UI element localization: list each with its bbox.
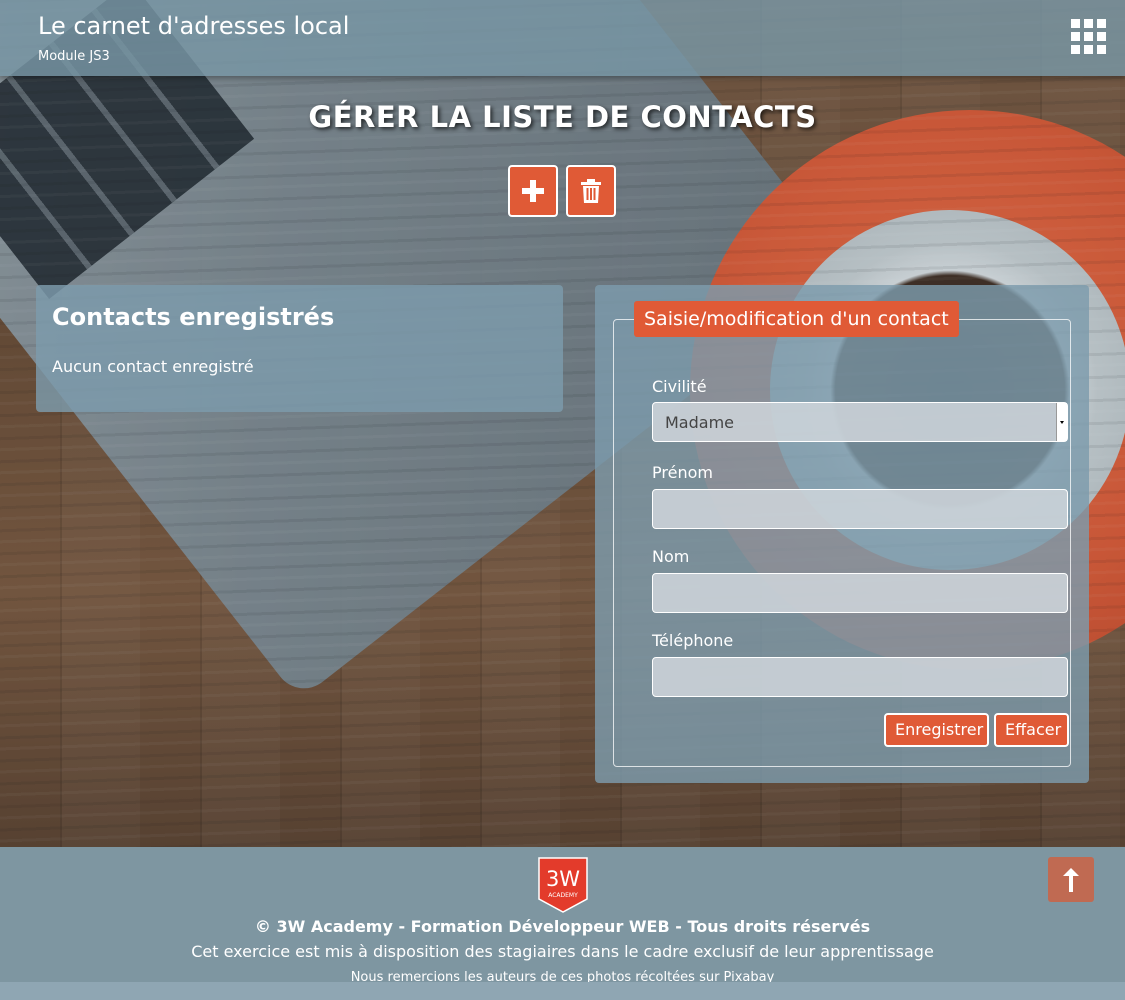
form-legend: Saisie/modification d'un contact xyxy=(634,301,959,337)
phone-field[interactable] xyxy=(652,657,1068,697)
save-button[interactable]: Enregistrer xyxy=(884,713,989,747)
civility-selected-value: Madame xyxy=(665,413,734,432)
contacts-heading: Contacts enregistrés xyxy=(52,303,335,331)
civility-label: Civilité xyxy=(652,377,707,396)
clear-button[interactable]: Effacer xyxy=(994,713,1069,747)
logo-text-3w: 3W xyxy=(546,867,580,891)
arrow-up-icon xyxy=(1063,867,1079,892)
bottom-strip xyxy=(0,982,1125,1000)
civility-select[interactable]: Madame xyxy=(652,402,1068,442)
lastname-field[interactable] xyxy=(652,573,1068,613)
logo-text-academy: ACADEMY xyxy=(548,892,578,899)
firstname-label: Prénom xyxy=(652,463,713,482)
apps-grid-icon[interactable] xyxy=(1071,19,1106,54)
contact-form-panel: Civilité Madame Prénom Nom Téléphone Enr… xyxy=(595,285,1089,783)
back-to-top-button[interactable] xyxy=(1048,857,1094,902)
trash-icon xyxy=(581,179,601,203)
3w-academy-logo: 3W ACADEMY xyxy=(538,857,588,913)
site-subtitle: Module JS3 xyxy=(38,49,110,64)
copyright-text: © 3W Academy - Formation Développeur WEB… xyxy=(254,917,871,936)
plus-icon xyxy=(522,180,544,202)
site-header: Le carnet d'adresses local Module JS3 xyxy=(0,0,1125,76)
firstname-field[interactable] xyxy=(652,489,1068,529)
contact-fieldset: Civilité Madame Prénom Nom Téléphone Enr… xyxy=(613,319,1071,767)
site-footer: 3W ACADEMY © 3W Academy - Formation Déve… xyxy=(0,847,1125,985)
page-title: GÉRER LA LISTE DE CONTACTS xyxy=(308,100,817,134)
contacts-panel: Contacts enregistrés Aucun contact enreg… xyxy=(36,285,563,412)
phone-input[interactable] xyxy=(653,658,1067,696)
empty-contacts-message: Aucun contact enregistré xyxy=(52,357,254,376)
phone-label: Téléphone xyxy=(652,631,734,650)
usage-notice: Cet exercice est mis à disposition des s… xyxy=(191,942,934,961)
delete-all-button[interactable] xyxy=(566,165,616,217)
lastname-label: Nom xyxy=(652,547,690,566)
site-title: Le carnet d'adresses local xyxy=(38,12,350,40)
add-contact-button[interactable] xyxy=(508,165,558,217)
firstname-input[interactable] xyxy=(653,490,1067,528)
lastname-input[interactable] xyxy=(653,574,1067,612)
chevron-down-icon[interactable] xyxy=(1056,403,1067,441)
